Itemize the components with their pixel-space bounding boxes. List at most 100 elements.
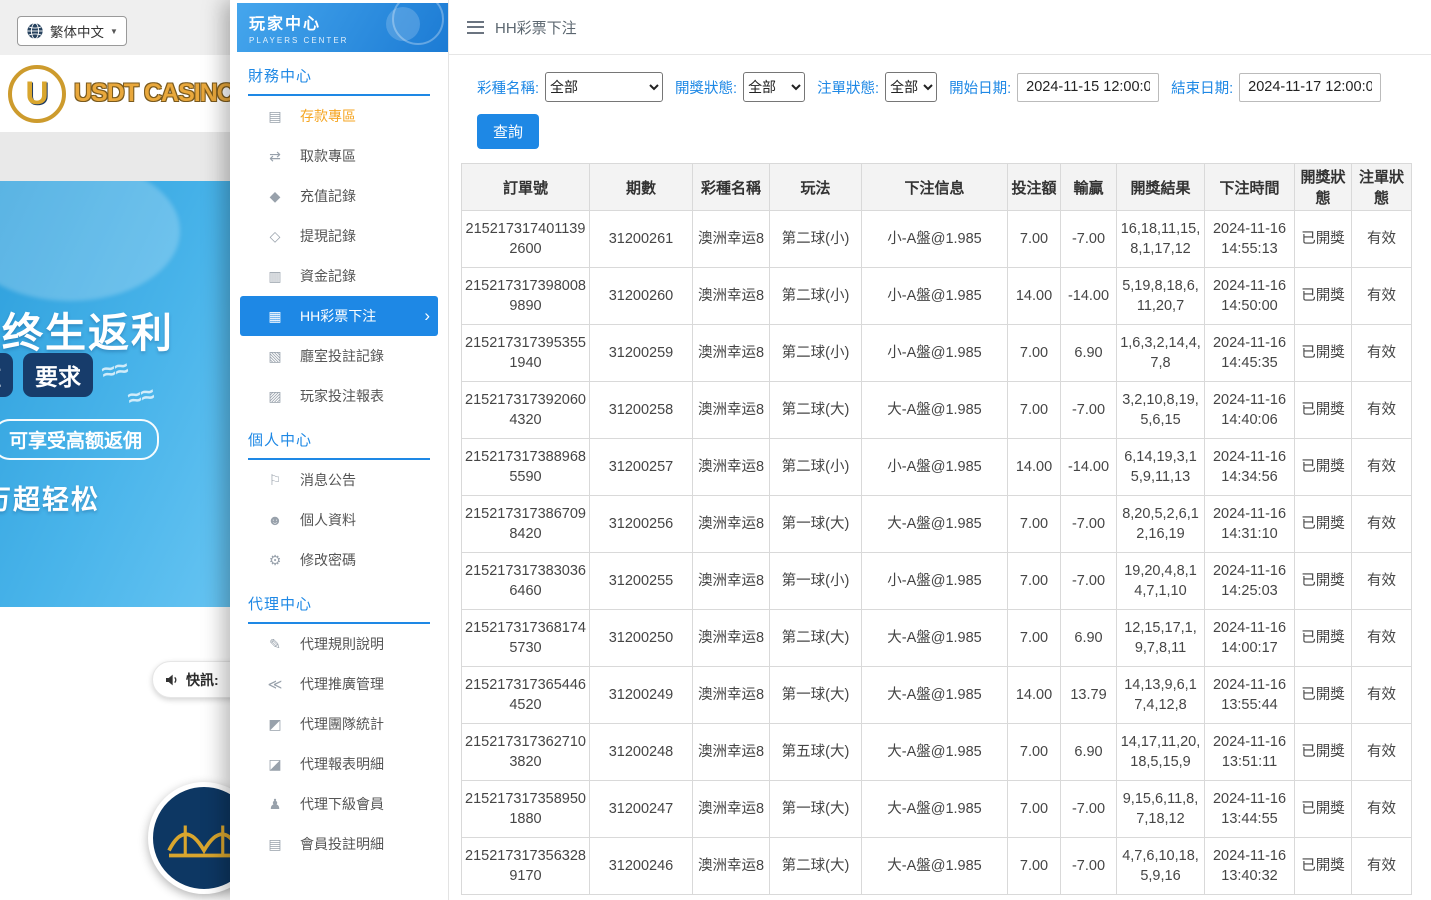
- cell-bet-status: 有效: [1352, 838, 1412, 895]
- cell-play-type: 第一球(大): [770, 781, 862, 838]
- cell-play-type: 第二球(大): [770, 610, 862, 667]
- player-report-icon: ▨: [266, 388, 284, 405]
- end-date-input[interactable]: [1239, 73, 1381, 102]
- cell-lottery-name: 澳洲幸运8: [693, 610, 770, 667]
- draw-status-select[interactable]: 全部: [743, 72, 805, 102]
- cell-draw-result: 1,6,3,2,14,4,7,8: [1117, 325, 1205, 382]
- sidebar-item-0-7[interactable]: ▨玩家投注報表: [240, 376, 438, 416]
- cell-win-loss: 6.90: [1061, 610, 1117, 667]
- start-date-input[interactable]: [1017, 73, 1159, 102]
- cell-bet-info: 小-A盤@1.985: [862, 439, 1008, 496]
- sidebar-item-0-2[interactable]: ◆充值記錄: [240, 176, 438, 216]
- cell-draw-status: 已開獎: [1295, 610, 1352, 667]
- room-bet-record-icon: ▧: [266, 348, 284, 365]
- banner-badge: 要求: [23, 353, 93, 397]
- sidebar-item-1-1[interactable]: ☻個人資料: [240, 500, 438, 540]
- cell-win-loss: -14.00: [1061, 268, 1117, 325]
- cell-draw-result: 3,2,10,8,19,5,6,15: [1117, 382, 1205, 439]
- cell-play-type: 第一球(小): [770, 553, 862, 610]
- cell-draw-status: 已開獎: [1295, 382, 1352, 439]
- header-period: 期數: [590, 164, 693, 211]
- sidebar-item-1-2[interactable]: ⚙修改密碼: [240, 540, 438, 580]
- lottery-name-select[interactable]: 全部: [545, 72, 663, 102]
- sidebar-item-1-0[interactable]: ⚐消息公告: [240, 460, 438, 500]
- sidebar-item-0-3[interactable]: ◇提現記錄: [240, 216, 438, 256]
- cell-play-type: 第二球(小): [770, 268, 862, 325]
- cell-order-no: 2152173173980089890: [462, 268, 590, 325]
- agent-team-stats-icon: ◩: [266, 716, 284, 733]
- banner-badges: 檻 要求: [0, 353, 93, 397]
- cell-bet-time: 2024-11-16 14:31:10: [1205, 496, 1295, 553]
- header-draw-result: 開獎結果: [1117, 164, 1205, 211]
- cell-win-loss: -7.00: [1061, 211, 1117, 268]
- agent-promo-icon: ≪: [266, 676, 284, 693]
- header-bet-amount: 投注額: [1008, 164, 1061, 211]
- cell-bet-status: 有效: [1352, 667, 1412, 724]
- cell-play-type: 第二球(大): [770, 838, 862, 895]
- banner-decoration: [0, 181, 180, 301]
- cell-draw-status: 已開獎: [1295, 325, 1352, 382]
- banner-promo-pill: 可享受高额返佣: [0, 419, 159, 460]
- news-ticker: 快訊:: [152, 661, 231, 698]
- cell-period: 31200261: [590, 211, 693, 268]
- cell-order-no: 2152173173830366460: [462, 553, 590, 610]
- cell-bet-info: 大-A盤@1.985: [862, 496, 1008, 553]
- cell-order-no: 2152173173867098420: [462, 496, 590, 553]
- sidebar-item-0-4[interactable]: ▥資金記錄: [240, 256, 438, 296]
- header-bet-status: 注單狀態: [1352, 164, 1412, 211]
- cell-win-loss: -7.00: [1061, 553, 1117, 610]
- sidebar-item-label: 消息公告: [300, 470, 356, 490]
- cell-lottery-name: 澳洲幸运8: [693, 667, 770, 724]
- table-row: 215217317395355194031200259澳洲幸运8第二球(小)小-…: [462, 325, 1412, 382]
- cell-play-type: 第一球(大): [770, 496, 862, 553]
- table-row: 215217317365446452031200249澳洲幸运8第一球(大)大-…: [462, 667, 1412, 724]
- cell-bet-time: 2024-11-16 14:40:06: [1205, 382, 1295, 439]
- cell-bet-time: 2024-11-16 14:25:03: [1205, 553, 1295, 610]
- bets-table-wrapper: 訂單號期數彩種名稱玩法下注信息投注額輸贏開獎結果下注時間開獎狀態注單狀態 215…: [461, 163, 1431, 900]
- sidebar-item-2-0[interactable]: ✎代理規則說明: [240, 624, 438, 664]
- cell-order-no: 2152173173589501880: [462, 781, 590, 838]
- cell-play-type: 第二球(小): [770, 325, 862, 382]
- sidebar-item-label: 會員投註明細: [300, 834, 384, 854]
- cell-draw-result: 16,18,11,15,8,1,17,12: [1117, 211, 1205, 268]
- cell-bet-time: 2024-11-16 14:50:00: [1205, 268, 1295, 325]
- cell-period: 31200246: [590, 838, 693, 895]
- cell-draw-status: 已開獎: [1295, 268, 1352, 325]
- sidebar-item-0-6[interactable]: ▧ 廳室投註記錄: [240, 336, 438, 376]
- table-row: 215217317383036646031200255澳洲幸运8第一球(小)小-…: [462, 553, 1412, 610]
- cell-bet-info: 小-A盤@1.985: [862, 211, 1008, 268]
- header-lottery-name: 彩種名稱: [693, 164, 770, 211]
- sidebar-item-label: 廳室投註記錄: [300, 346, 384, 366]
- banner-headline: 终生返利: [2, 299, 174, 359]
- sidebar-item-label: 提現記錄: [300, 226, 356, 246]
- cell-play-type: 第二球(小): [770, 439, 862, 496]
- cell-bet-status: 有效: [1352, 382, 1412, 439]
- search-button[interactable]: 查詢: [477, 114, 539, 149]
- cell-period: 31200247: [590, 781, 693, 838]
- agent-members-icon: ♟: [266, 796, 284, 813]
- sidebar-item-2-3[interactable]: ◪代理報表明細: [240, 744, 438, 784]
- cell-play-type: 第二球(大): [770, 382, 862, 439]
- sidebar-item-2-5[interactable]: ▤會員投註明細: [240, 824, 438, 864]
- sidebar-item-2-1[interactable]: ≪代理推廣管理: [240, 664, 438, 704]
- table-row: 215217317388968559031200257澳洲幸运8第二球(小)小-…: [462, 439, 1412, 496]
- globe-icon: [26, 22, 44, 40]
- sidebar-item-0-5[interactable]: ▦HH彩票下注›: [240, 296, 438, 336]
- language-selector[interactable]: 繁体中文 ▼: [17, 16, 127, 46]
- sidebar-item-2-2[interactable]: ◩代理團隊統計: [240, 704, 438, 744]
- bet-status-select[interactable]: 全部: [885, 72, 937, 102]
- table-row: 215217317358950188031200247澳洲幸运8第一球(大)大-…: [462, 781, 1412, 838]
- sidebar-item-label: 取款專區: [300, 146, 356, 166]
- sidebar-item-0-1[interactable]: ⇄取款專區: [240, 136, 438, 176]
- bet-status-label: 注單狀態:: [817, 77, 879, 98]
- floating-bridge-logo-button[interactable]: [148, 782, 231, 894]
- deposit-icon: ▤: [266, 108, 284, 125]
- cell-period: 31200259: [590, 325, 693, 382]
- cell-bet-time: 2024-11-16 13:40:32: [1205, 838, 1295, 895]
- sidebar-item-0-0[interactable]: ▤存款專區: [240, 96, 438, 136]
- cell-bet-status: 有效: [1352, 724, 1412, 781]
- hamburger-icon[interactable]: [467, 21, 484, 34]
- sidebar-item-2-4[interactable]: ♟代理下級會員: [240, 784, 438, 824]
- speaker-icon: [164, 672, 180, 688]
- draw-status-label: 開獎狀態:: [675, 77, 737, 98]
